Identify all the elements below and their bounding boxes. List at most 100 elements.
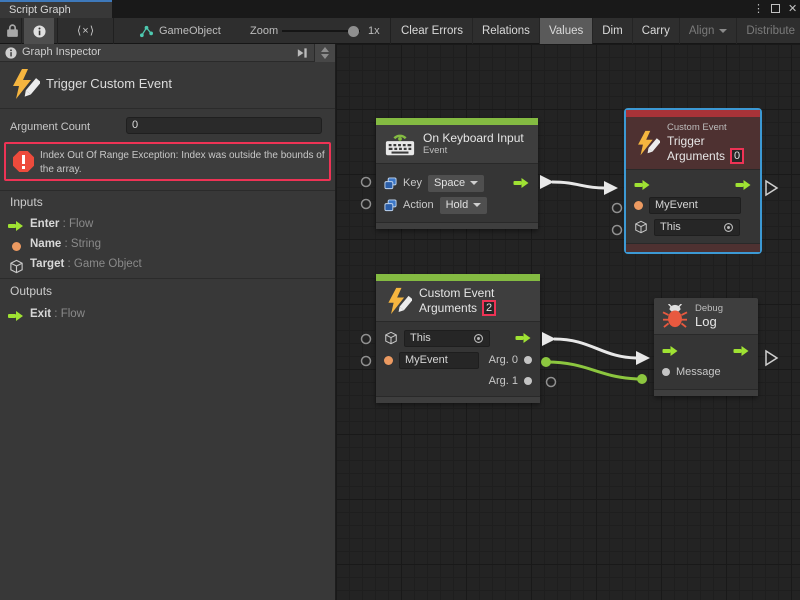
relations-button[interactable]: Relations: [473, 18, 540, 44]
port-type: String: [61, 238, 101, 250]
port-name: Exit: [30, 308, 51, 320]
distribute-button[interactable]: Distribute: [737, 18, 800, 44]
flow-input-port[interactable]: [662, 345, 679, 357]
flow-output-port[interactable]: [515, 332, 532, 344]
inspector-title: Graph Inspector: [22, 46, 101, 58]
window-tab-bar: Script Graph ⋮ ✕: [0, 0, 800, 18]
clear-errors-button[interactable]: Clear Errors: [392, 18, 473, 44]
distribute-label: Distribute: [746, 18, 795, 44]
arg1-port[interactable]: [524, 377, 532, 385]
node-colorbar: [376, 274, 540, 281]
node-subtitle: Event: [423, 145, 524, 157]
maximize-icon[interactable]: [771, 4, 780, 13]
port-name: Enter: [30, 218, 59, 230]
flow-output-port[interactable]: [513, 177, 530, 189]
inputs-header: Inputs: [10, 195, 43, 209]
cube-icon[interactable]: [384, 331, 398, 345]
node-on-keyboard-input[interactable]: On Keyboard Input Event Key Space: [376, 118, 538, 229]
zoom-slider-handle[interactable]: [348, 26, 359, 37]
port-name: Name: [30, 238, 61, 250]
tab-script-graph[interactable]: Script Graph: [0, 0, 112, 18]
inspector-node-title: Trigger Custom Event: [46, 76, 172, 91]
flow-arrow-icon: [8, 309, 24, 323]
string-port-icon[interactable]: [384, 356, 393, 365]
inspector-toggle-button[interactable]: [24, 18, 54, 44]
node-trigger-custom-event[interactable]: Custom Event Trigger Arguments 0: [626, 110, 760, 252]
spinner-down-icon[interactable]: [321, 54, 329, 59]
argument-count-label: Argument Count: [10, 121, 90, 133]
align-button[interactable]: Align: [680, 18, 738, 44]
dim-button[interactable]: Dim: [593, 18, 632, 44]
flow-output-port[interactable]: [733, 345, 750, 357]
dock-panel-icon[interactable]: [296, 47, 309, 59]
target-field[interactable]: This: [404, 330, 490, 347]
error-message-box: Index Out Of Range Exception: Index was …: [4, 142, 331, 181]
code-view-icon[interactable]: ⟨×⟩: [66, 18, 106, 44]
error-message-text: Index Out Of Range Exception: Index was …: [40, 149, 330, 176]
node-custom-event[interactable]: Custom Event Arguments 2 This: [376, 274, 540, 403]
event-name-field[interactable]: MyEvent: [399, 352, 479, 369]
argument-count-input[interactable]: 0: [126, 117, 322, 134]
target-value: This: [660, 220, 681, 235]
port-row-target: TargetGame Object: [0, 256, 335, 276]
custom-event-icon: [634, 130, 660, 156]
gameobject-label: GameObject: [159, 25, 221, 37]
arguments-label: Arguments: [419, 301, 477, 315]
chevron-down-icon: [473, 203, 481, 207]
key-dropdown[interactable]: Space: [428, 175, 484, 192]
message-label: Message: [676, 366, 721, 378]
flow-arrow-icon: [8, 219, 24, 233]
info-icon: [5, 47, 17, 59]
port-exit-label: ExitFlow: [30, 308, 85, 320]
object-picker-icon[interactable]: [473, 333, 484, 344]
node-title: Trigger: [667, 134, 744, 148]
inspector-spinner[interactable]: [314, 44, 335, 62]
bug-icon: [662, 304, 688, 328]
arguments-label: Arguments: [667, 149, 725, 163]
arg0-label: Arg. 0: [489, 354, 518, 366]
port-row-enter: EnterFlow: [0, 216, 335, 236]
node-footer: [654, 389, 758, 396]
target-value: This: [410, 331, 431, 346]
object-picker-icon[interactable]: [723, 222, 734, 233]
cube-icon: [8, 259, 24, 273]
values-button[interactable]: Values: [540, 18, 593, 44]
event-name-field[interactable]: MyEvent: [649, 197, 741, 214]
node-colorbar: [626, 110, 760, 117]
node-footer: [376, 222, 538, 229]
error-icon: [13, 151, 34, 172]
key-label: Key: [403, 177, 422, 189]
action-dropdown[interactable]: Hold: [440, 197, 488, 214]
lock-icon[interactable]: [6, 23, 19, 38]
message-port[interactable]: [662, 368, 670, 376]
node-footer: [626, 243, 760, 252]
arg0-port[interactable]: [524, 356, 532, 364]
graph-inspector-panel: Graph Inspector Trigger Custom Event Arg…: [0, 44, 336, 600]
flow-output-port[interactable]: [735, 179, 752, 191]
spinner-up-icon[interactable]: [321, 47, 329, 52]
keyboard-icon: [384, 130, 416, 158]
window-menu-icon[interactable]: ⋮: [753, 1, 764, 17]
action-label: Action: [403, 199, 434, 211]
action-value: Hold: [446, 199, 469, 211]
close-icon[interactable]: ✕: [788, 1, 797, 17]
node-debug-log[interactable]: Debug Log Message: [654, 298, 758, 396]
node-colorbar: [376, 118, 538, 125]
gameobject-icon: [139, 25, 154, 38]
node-caption: Custom Event: [667, 122, 744, 134]
inspector-header[interactable]: Graph Inspector: [0, 44, 335, 62]
carry-button[interactable]: Carry: [633, 18, 680, 44]
flow-input-port[interactable]: [634, 179, 651, 191]
port-target-label: TargetGame Object: [30, 258, 142, 270]
target-field[interactable]: This: [654, 219, 740, 236]
port-row-exit: ExitFlow: [0, 306, 335, 326]
node-title: Log: [695, 315, 723, 329]
cube-icon[interactable]: [634, 220, 648, 234]
input-action-icon: [384, 199, 397, 212]
chevron-down-icon: [719, 29, 727, 33]
arg1-label: Arg. 1: [489, 375, 518, 387]
outputs-header: Outputs: [10, 284, 52, 298]
zoom-label: Zoom: [250, 25, 278, 37]
string-port-icon[interactable]: [634, 201, 643, 210]
graph-toolbar: ⟨×⟩ GameObject Zoom 1x Clear Errors Rela…: [0, 18, 800, 44]
